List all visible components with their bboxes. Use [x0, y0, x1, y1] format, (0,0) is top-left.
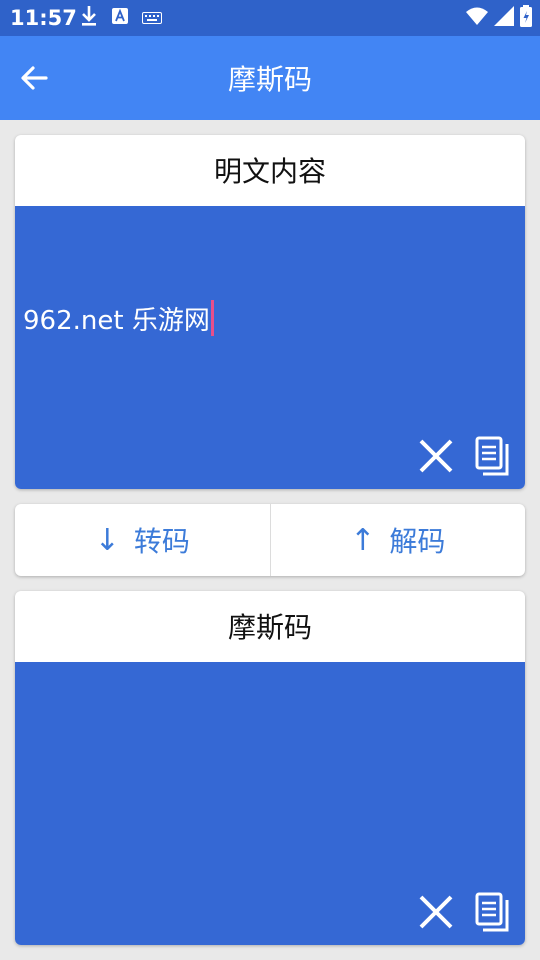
plain-text-card: 明文内容 962.net 乐游网 [15, 135, 525, 489]
battery-icon [520, 5, 532, 31]
close-icon[interactable] [416, 436, 456, 476]
text-cursor [210, 300, 214, 336]
status-time: 11:57 [10, 6, 77, 30]
app-bar: 摩斯码 [0, 36, 540, 120]
plain-text-input[interactable]: 962.net 乐游网 [15, 206, 525, 489]
encode-button[interactable]: ↓ 转码 [15, 504, 270, 576]
morse-code-output[interactable] [15, 662, 525, 945]
plain-text-title: 明文内容 [213, 155, 326, 188]
status-bar: 11:57 [0, 0, 540, 36]
plain-text-value: 962.net 乐游网 [23, 306, 210, 336]
decode-button-label: 解码 [389, 525, 446, 558]
close-icon[interactable] [416, 892, 456, 932]
copy-icon[interactable] [473, 435, 513, 476]
page-title: 摩斯码 [227, 63, 312, 96]
decode-button[interactable]: ↑ 解码 [271, 504, 526, 576]
encode-button-label: 转码 [133, 525, 190, 558]
keyboard-icon [142, 9, 162, 28]
signal-icon [494, 6, 514, 30]
arrow-up-icon: ↑ [350, 522, 376, 558]
download-icon [80, 5, 98, 31]
wifi-icon [466, 7, 488, 29]
font-icon [112, 8, 128, 28]
morse-code-card: 摩斯码 [15, 591, 525, 945]
arrow-down-icon: ↓ [94, 522, 120, 558]
action-buttons: ↓ 转码 ↑ 解码 [15, 504, 525, 576]
morse-code-title: 摩斯码 [227, 611, 312, 644]
copy-icon[interactable] [473, 891, 513, 932]
